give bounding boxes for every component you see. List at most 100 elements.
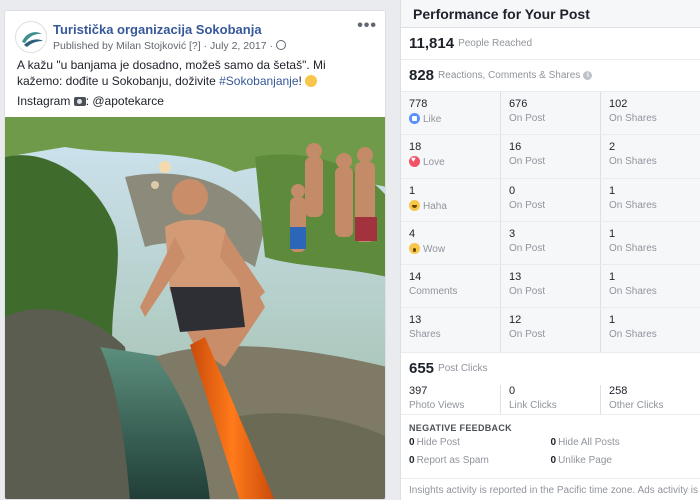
on-post-value: 12 [509, 314, 522, 327]
post-clicks-label: Post Clicks [438, 363, 488, 375]
instagram-handle: : @apotekarce [85, 94, 164, 108]
negative-feedback-label: Unlike Page [558, 454, 612, 466]
reaction-label: Shares [409, 329, 441, 341]
click-metric-cell: 0 Link Clicks [500, 384, 600, 414]
post-text-end: ! [298, 74, 302, 88]
on-post-cell: 16 On Post [500, 135, 600, 178]
on-shares-value: 1 [609, 227, 616, 240]
negative-feedback-value: 0 [550, 454, 557, 466]
negative-feedback-value: 0 [409, 436, 415, 448]
negative-feedback-label: Hide Post [416, 436, 460, 448]
post-text: A kažu "u banjama je dosadno, možeš samo… [17, 57, 373, 89]
reaction-label: Comments [409, 286, 458, 298]
reaction-row: 4 Wow 3 On Post 1 On Shares [401, 221, 700, 266]
negative-feedback-item: 0 Hide Post [409, 437, 551, 455]
on-shares-value: 1 [609, 184, 616, 197]
instagram-credit: Instagram : @apotekarce [17, 93, 373, 109]
post-meta-text: Published by Milan Stojković [?] · July … [53, 40, 274, 52]
reaction-total-cell: 13 Shares [401, 308, 500, 351]
on-post-label: On Post [509, 286, 546, 298]
on-post-cell: 13 On Post [500, 265, 600, 308]
on-shares-value: 1 [609, 271, 616, 284]
reaction-total: 14 [409, 271, 422, 284]
on-post-label: On Post [509, 329, 546, 341]
globe-icon [276, 40, 287, 50]
negative-feedback-title: NEGATIVE FEEDBACK [409, 422, 512, 433]
reaction-total-cell: 18 Love [401, 135, 500, 177]
on-shares-cell: 2 On Shares [600, 135, 700, 178]
reaction-row: 18 Love 16 On Post 2 On Shares [401, 135, 700, 179]
on-post-cell: 676 On Post [500, 92, 600, 135]
camera-emoji-icon [73, 97, 86, 106]
on-post-value: 0 [509, 184, 516, 197]
negative-feedback-item: 0 Hide All Posts [551, 437, 693, 455]
reaction-label-wrap: Shares [409, 329, 492, 340]
on-shares-label: On Shares [609, 113, 657, 124]
click-metric-cell: 258 Other Clicks [600, 384, 700, 414]
page-name-link[interactable]: Turistička organizacija Sokobanja [53, 22, 262, 37]
reaction-label-wrap: Love [409, 155, 492, 169]
people-reached-row: 11,814 People Reached [401, 28, 700, 60]
reaction-row: 778 Like 676 On Post 102 On Shares [401, 92, 700, 136]
clicks-breakdown: 397 Photo Views 0 Link Clicks 258 Other Cl… [401, 384, 700, 415]
info-icon[interactable]: i [583, 71, 593, 80]
negative-feedback-label: Report as Spam [416, 454, 489, 466]
reaction-label: Love [423, 157, 445, 169]
on-shares-cell: 1 On Shares [600, 265, 700, 308]
on-shares-label: On Shares [609, 199, 657, 211]
on-shares-value: 1 [609, 314, 616, 327]
on-post-value: 16 [509, 141, 522, 154]
post-header: Turistička organizacija Sokobanja Publis… [5, 11, 385, 57]
reaction-total: 18 [409, 141, 422, 154]
reaction-row: 1 Haha 0 On Post 1 On Shares [401, 178, 700, 222]
post-clicks-value: 655 [409, 360, 435, 378]
click-metric-label: Link Clicks [509, 399, 557, 411]
on-post-label: On Post [509, 199, 546, 211]
reaction-total: 1 [409, 184, 416, 197]
reaction-label: Haha [423, 200, 447, 212]
negative-feedback-item: 0 Report as Spam [409, 455, 551, 473]
page-avatar[interactable] [15, 21, 47, 53]
people-reached-label: People Reached [458, 38, 533, 49]
on-post-cell: 3 On Post [500, 221, 600, 265]
reaction-label-wrap: Haha [409, 199, 492, 212]
reaction-total-cell: 4 Wow [401, 222, 500, 264]
engagement-label: Reactions, Comments & Shares [438, 70, 581, 81]
engagement-value: 828 [409, 67, 435, 84]
like-icon [409, 113, 420, 124]
panel-title: Performance for Your Post [401, 0, 700, 28]
reaction-total-cell: 14 Comments [401, 265, 500, 307]
reaction-label-wrap: Wow [409, 242, 492, 255]
click-metric-value: 258 [609, 384, 628, 397]
people-reached-value: 11,814 [409, 35, 455, 52]
more-options-button[interactable]: ••• [357, 17, 377, 35]
post-meta: Published by Milan Stojković [?] · July … [53, 40, 287, 52]
timezone-footnote: Insights activity is reported in the Pac… [401, 478, 700, 500]
click-metric-cell: 397 Photo Views [401, 385, 500, 414]
reaction-total: 4 [409, 227, 416, 240]
hashtag-link[interactable]: #Sokobanjanje [219, 74, 298, 88]
on-shares-label: On Shares [609, 156, 657, 168]
post-card: Turistička organizacija Sokobanja Publis… [4, 10, 386, 500]
on-shares-label: On Shares [609, 286, 657, 298]
reaction-total: 778 [409, 98, 428, 110]
reaction-total-cell: 778 Like [401, 92, 500, 134]
post-clicks-row: 655 Post Clicks [401, 353, 700, 385]
reactions-grid: 778 Like 676 On Post 102 On Shares 18 Lo… [401, 92, 700, 353]
on-post-label: On Post [509, 156, 546, 168]
smile-emoji-icon [305, 75, 318, 87]
negative-feedback-grid: 0 Hide Post 0 Hide All Posts 0 Report as Spam… [401, 437, 700, 473]
reaction-label-wrap: Like [409, 113, 492, 125]
post-photo[interactable] [5, 117, 386, 500]
on-shares-label: On Shares [609, 242, 657, 254]
reaction-row: 13 Shares 12 On Post 1 On Shares [401, 308, 700, 352]
on-shares-cell: 1 On Shares [600, 221, 700, 265]
on-post-cell: 12 On Post [500, 308, 600, 352]
on-post-cell: 0 On Post [500, 178, 600, 221]
on-post-label: On Post [509, 113, 546, 124]
on-shares-value: 102 [609, 98, 628, 110]
reaction-total-cell: 1 Haha [401, 179, 500, 221]
negative-feedback-value: 0 [550, 436, 557, 448]
on-shares-cell: 1 On Shares [600, 178, 700, 221]
wow-icon [409, 242, 420, 254]
